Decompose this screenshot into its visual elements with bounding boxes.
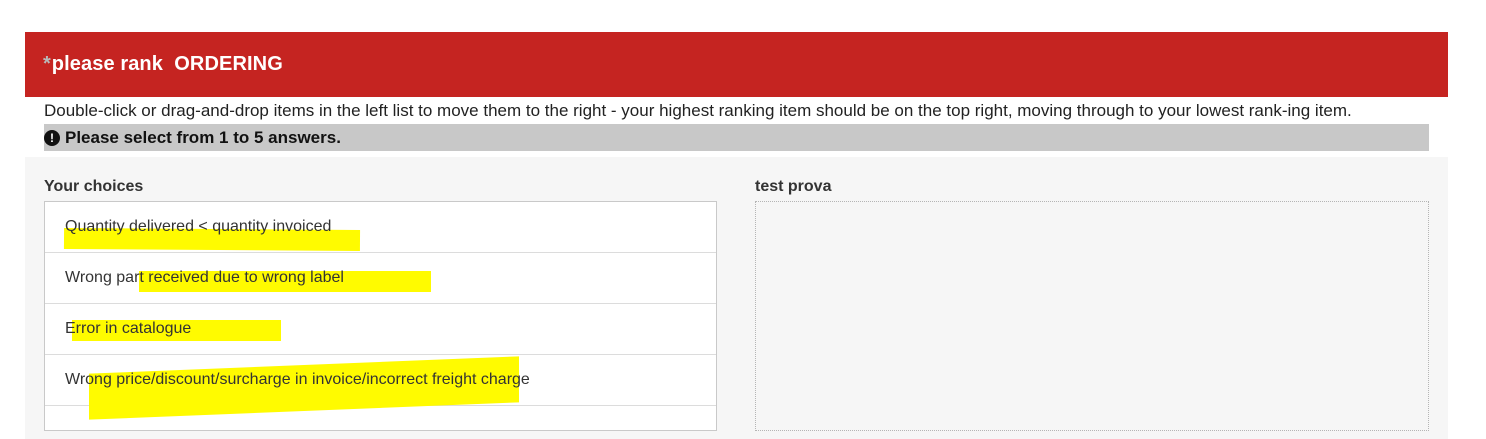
rank-column-label: test prova bbox=[755, 178, 832, 195]
exclamation-circle-icon: ! bbox=[44, 129, 60, 146]
validation-tip: ! Please select from 1 to 5 answers. bbox=[44, 124, 1429, 151]
question-container: * please rank ORDERING Double-click or d… bbox=[25, 32, 1448, 439]
question-help-text: Double-click or drag-and-drop items in t… bbox=[44, 101, 1352, 120]
choice-label: Error in catalogue bbox=[65, 320, 192, 337]
choice-label: Wrong part received due to wrong label bbox=[65, 269, 344, 286]
question-header: * please rank ORDERING bbox=[25, 32, 1448, 97]
ranking-area: Your choices test prova Quantity deliver… bbox=[25, 157, 1448, 431]
validation-tip-text: Please select from 1 to 5 answers. bbox=[65, 127, 341, 147]
choice-item[interactable]: Wrong price/discount/surcharge in invoic… bbox=[45, 355, 716, 420]
choice-item[interactable]: Error in catalogue bbox=[45, 304, 716, 355]
choice-label: Wrong price/discount/surcharge in invoic… bbox=[65, 371, 530, 388]
choice-item[interactable]: Quantity delivered < quantity invoiced bbox=[45, 202, 716, 253]
question-title: please rank ORDERING bbox=[51, 53, 283, 75]
ranked-items-dropzone[interactable] bbox=[755, 201, 1429, 431]
mandatory-asterisk: * bbox=[43, 53, 51, 75]
choice-label: Quantity delivered < quantity invoiced bbox=[65, 218, 332, 235]
choices-list[interactable]: Quantity delivered < quantity invoiced W… bbox=[44, 201, 717, 431]
choices-column-label: Your choices bbox=[44, 178, 144, 195]
question-help-area: Double-click or drag-and-drop items in t… bbox=[25, 97, 1448, 157]
choice-item[interactable]: Wrong part received due to wrong label bbox=[45, 253, 716, 304]
